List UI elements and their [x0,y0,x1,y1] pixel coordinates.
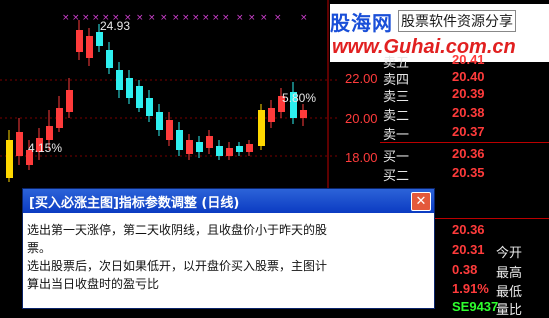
bid-label: 买二 [383,169,410,184]
site-tagline: 股票软件资源分享 [398,10,516,32]
ask-price: 20.37 [452,124,485,139]
stat-label: 最低 [496,285,523,300]
ask-price: 20.40 [452,69,485,84]
description-line: 票。 [27,241,52,255]
bid-row: 买一 20.36 [380,146,549,165]
candle-body [126,78,133,98]
candle-body [96,32,103,46]
signal-marker: × [236,13,244,23]
candle-body [206,136,213,148]
signal-marker: × [182,13,190,23]
ask-row: 卖五 20.41 [380,52,549,71]
bid-price: 20.35 [452,165,485,180]
candle-body [226,148,233,156]
signal-marker: × [160,13,168,23]
candle-body [176,130,183,150]
ask-row: 卖一 20.37 [380,124,549,143]
candle-body [106,50,113,68]
signal-marker: × [212,13,220,23]
candle-body [56,108,63,128]
signal-marker: × [92,13,100,23]
candle-body [6,140,13,178]
candle-body [268,108,275,122]
candle-body [258,110,265,146]
stat-label: 今开 [496,246,523,261]
stat-value: 20.31 [452,242,485,257]
candle-body [146,98,153,116]
signal-marker: × [148,13,156,23]
signal-marker: × [172,13,180,23]
close-button[interactable]: ✕ [411,192,431,211]
candle-body [66,90,73,112]
ask-price: 20.39 [452,86,485,101]
signal-marker: × [202,13,210,23]
candle-body [156,112,163,130]
stat-value: 20.36 [452,222,485,237]
stat-value: 0.38 [452,262,478,277]
ask-row: 卖二 20.38 [380,105,549,124]
description-line: 选出股票后，次日如果低开，以开盘价买入股票，主图计 [27,259,328,273]
candle-body [86,36,93,58]
bid-label: 买一 [383,150,410,165]
signal-marker: × [72,13,80,23]
y-axis-label: 18.00 [345,150,378,165]
ask-price: 20.38 [452,105,485,120]
change-label-right: 5.80% [282,91,316,105]
peak-label: 24.93 [100,19,130,33]
candle-body [116,70,123,90]
ask-label: 卖一 [383,128,410,143]
ask-row: 卖四 20.40 [380,69,549,88]
signal-marker: × [136,13,144,23]
dialog-description: 选出第一天涨停，第二天收阴线，且收盘价小于昨天的股 票。 选出股票后，次日如果低… [27,221,423,293]
bid-row: 买二 20.35 [380,165,549,184]
indicator-params-dialog[interactable]: [买入必涨主图]指标参数调整 (日线) ✕ 选出第一天涨停，第二天收阴线，且收盘… [22,188,435,309]
candle-body [166,120,173,140]
site-name: 股海网 [330,11,393,35]
ask-price: 20.41 [452,52,485,67]
description-line: 选出第一天涨停，第二天收阴线，且收盘价小于昨天的股 [27,223,328,237]
signal-marker: × [192,13,200,23]
dialog-titlebar[interactable]: [买入必涨主图]指标参数调整 (日线) ✕ [23,189,434,213]
signal-marker: × [62,13,70,23]
candle-body [186,140,193,154]
stat-value: 1.91% [452,281,489,296]
stat-label: 最高 [496,266,523,281]
ask-label: 卖三 [383,90,410,105]
y-axis-label: 22.00 [345,71,378,86]
change-label-left: 4.15% [28,141,62,155]
signal-marker: × [260,13,268,23]
ask-row: 卖三 20.39 [380,86,549,105]
signal-marker: × [222,13,230,23]
bid-price: 20.36 [452,146,485,161]
candle-body [136,86,143,108]
stat-label: 量比 [496,303,523,318]
description-line: 算出当日收盘时的盈亏比 [27,277,160,291]
signal-marker: × [248,13,256,23]
signal-marker: × [300,13,308,23]
ask-label: 卖二 [383,109,410,124]
candle-body [246,144,253,152]
candle-body [196,142,203,152]
candle-body [46,126,53,140]
candle-body [16,132,23,156]
candle-body [76,30,83,52]
y-axis-label: 20.00 [345,111,378,126]
candle-body [236,146,243,152]
signal-marker: × [274,13,282,23]
dialog-title: [买入必涨主图]指标参数调整 (日线) [29,196,240,211]
candle-body [216,146,223,156]
signal-marker: × [82,13,90,23]
quote-divider [380,142,549,143]
candle-body [300,110,307,118]
